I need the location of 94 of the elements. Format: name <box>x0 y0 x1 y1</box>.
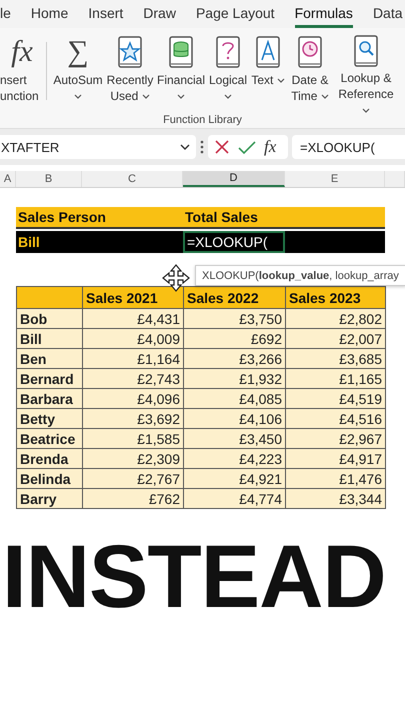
more-icon <box>200 140 204 154</box>
ribbon-button[interactable]: Lookup & Reference <box>333 34 399 110</box>
table-cell: £1,476 <box>286 468 386 488</box>
table-cell: £4,774 <box>184 488 286 508</box>
table-cell: £762 <box>82 488 184 508</box>
table-cell: £4,519 <box>286 388 386 408</box>
button-label: Recently Used <box>106 73 154 103</box>
table-cell: £3,692 <box>82 408 184 428</box>
ribbon-button[interactable]: Date & Time <box>287 34 333 110</box>
button-label: Logical <box>208 73 248 87</box>
table-cell: £3,266 <box>184 348 286 368</box>
table-cell: Beatrice <box>16 428 82 448</box>
table-cell: £2,309 <box>82 448 184 468</box>
table-cell: £1,165 <box>286 368 386 388</box>
header-cell: Sales 2023 <box>286 286 386 308</box>
table-cell: £4,516 <box>286 408 386 428</box>
question-book-icon <box>214 35 242 69</box>
checkmark-icon[interactable] <box>238 139 256 155</box>
table-cell: Barry <box>16 488 82 508</box>
header-cell: Total Sales <box>183 207 385 229</box>
table-cell: Bob <box>16 308 82 328</box>
clock-book-icon <box>296 35 324 69</box>
name-box-value: XTAFTER <box>1 140 60 154</box>
caption-text: INSTEAD <box>2 526 386 626</box>
table-cell: £3,450 <box>184 428 286 448</box>
table-cell: £3,344 <box>286 488 386 508</box>
sum-icon: ∑ <box>67 34 89 70</box>
table-cell: £2,743 <box>82 368 184 388</box>
ribbon-tab[interactable]: le <box>0 0 11 28</box>
table-cell: £3,750 <box>184 308 286 328</box>
group-label: Function Library <box>162 114 243 126</box>
table-cell: £1,932 <box>184 368 286 388</box>
table-cell: £692 <box>184 328 286 348</box>
table-cell: £4,085 <box>184 388 286 408</box>
header-cell: Sales 2021 <box>82 286 184 308</box>
ribbon-button[interactable]: fx nsert unction <box>0 34 44 110</box>
header-cell: Sales Person <box>16 207 183 229</box>
table-cell: Bernard <box>16 368 82 388</box>
table-cell: £4,223 <box>184 448 286 468</box>
table-cell: £4,009 <box>82 328 184 348</box>
table-cell: Barbara <box>16 388 82 408</box>
table-cell: Ben <box>16 348 82 368</box>
button-label: Text <box>251 73 274 87</box>
active-cell[interactable]: =XLOOKUP( <box>183 231 285 253</box>
table-cell: £1,585 <box>82 428 184 448</box>
button-label: Date & Time <box>291 73 328 103</box>
button-label: Financial <box>156 73 206 87</box>
ribbon-tab[interactable]: Data <box>372 0 403 28</box>
table-cell: £1,164 <box>82 348 184 368</box>
move-cursor-icon <box>162 264 190 294</box>
formula-field[interactable]: =XLOOKUP( <box>292 135 405 159</box>
table-cell: £2,767 <box>82 468 184 488</box>
ribbon-button[interactable]: Financial <box>155 34 207 110</box>
button-label: nsert unction <box>0 73 39 103</box>
header-cell <box>16 286 82 308</box>
cancel-icon[interactable] <box>214 139 230 155</box>
function-icon: fx <box>11 34 33 70</box>
chevron-icon <box>180 143 190 151</box>
insert-function-button[interactable]: fx <box>264 137 276 157</box>
table-cell: Brenda <box>16 448 82 468</box>
table-cell: £4,921 <box>184 468 286 488</box>
column-header[interactable]: E <box>285 171 385 187</box>
ribbon-tab[interactable]: Insert <box>88 0 124 28</box>
table-cell: £4,917 <box>286 448 386 468</box>
table-cell: Betty <box>16 408 82 428</box>
ribbon-button[interactable]: Recently Used <box>105 34 155 110</box>
function-tooltip: XLOOKUP(lookup_value, lookup_array <box>195 265 405 286</box>
ribbon-button[interactable]: ∑ AutoSum <box>51 34 105 110</box>
database-book-icon <box>167 35 195 69</box>
button-label: AutoSum <box>53 73 103 87</box>
table-cell: £4,106 <box>184 408 286 428</box>
table-cell: Bill <box>16 328 82 348</box>
table-cell: £3,685 <box>286 348 386 368</box>
column-header[interactable]: B <box>16 171 82 187</box>
header-cell: Sales 2022 <box>184 286 286 308</box>
ribbon-button[interactable]: Logical <box>207 34 249 110</box>
ribbon-tab[interactable]: Home <box>30 0 68 28</box>
table-cell: £2,007 <box>286 328 386 348</box>
table-cell: £2,802 <box>286 308 386 328</box>
table-cell: Bill <box>16 231 183 253</box>
table-cell: Belinda <box>16 468 82 488</box>
ribbon-tab[interactable]: Page Layout <box>196 0 275 28</box>
name-box[interactable]: XTAFTER <box>0 135 196 159</box>
magnifier-book-icon <box>352 34 380 68</box>
table-cell: £4,096 <box>82 388 184 408</box>
star-book-icon <box>116 35 144 69</box>
button-label: Lookup & Reference <box>338 71 394 101</box>
ribbon-button[interactable]: Text <box>249 34 287 110</box>
letter-book-icon <box>254 35 282 69</box>
column-header[interactable]: A <box>0 171 16 187</box>
column-header[interactable]: D <box>183 171 285 187</box>
table-cell: £4,431 <box>82 308 184 328</box>
table-cell: £2,967 <box>286 428 386 448</box>
ribbon-tab[interactable]: Draw <box>143 0 176 28</box>
